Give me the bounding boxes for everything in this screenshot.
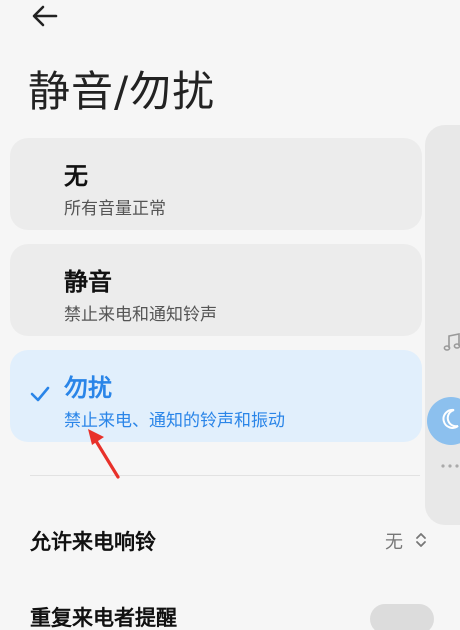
allow-ring-setting-row[interactable]: 允许来电响铃 无 xyxy=(0,510,460,570)
check-icon xyxy=(30,386,50,402)
moon-icon xyxy=(442,408,459,429)
option-do-not-disturb-card[interactable]: 勿扰 禁止来电、通知的铃声和振动 xyxy=(10,350,422,442)
repeat-caller-setting-row[interactable]: 重复来电者提醒 xyxy=(0,586,460,630)
option-subtitle: 禁止来电和通知铃声 xyxy=(64,305,217,325)
option-title: 无 xyxy=(64,162,88,190)
back-button[interactable] xyxy=(30,2,62,30)
option-subtitle: 所有音量正常 xyxy=(64,199,166,219)
music-note-icon xyxy=(443,333,460,351)
chevron-up-down-icon xyxy=(416,533,426,547)
option-title: 勿扰 xyxy=(64,374,112,402)
setting-value: 无 xyxy=(385,532,403,553)
setting-label: 允许来电响铃 xyxy=(30,530,156,554)
option-none-card[interactable]: 无 所有音量正常 xyxy=(10,138,422,230)
setting-label: 重复来电者提醒 xyxy=(30,606,177,630)
option-mute-card[interactable]: 静音 禁止来电和通知铃声 xyxy=(10,244,422,336)
page-title: 静音/勿扰 xyxy=(28,67,216,116)
option-title: 静音 xyxy=(64,268,112,296)
arrow-left-icon xyxy=(32,5,58,27)
more-dots-icon[interactable] xyxy=(440,463,460,469)
annotation-arrow xyxy=(88,429,120,479)
repeat-caller-toggle[interactable] xyxy=(370,604,434,630)
